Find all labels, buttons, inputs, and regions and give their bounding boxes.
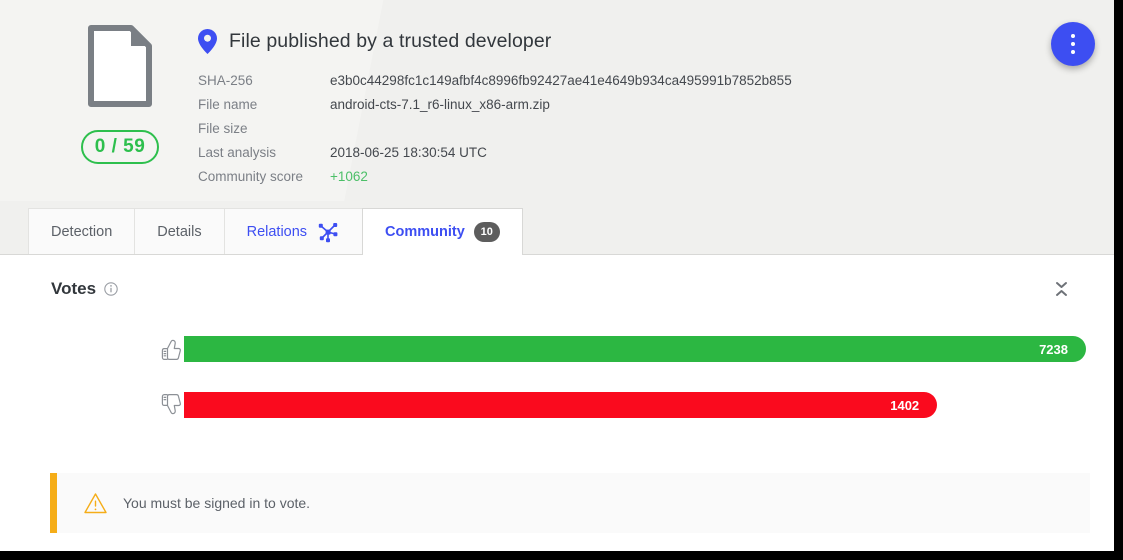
bar-track-unsafe: 1402 [184, 392, 1086, 418]
warning-triangle-icon [84, 492, 107, 513]
meta-label-last-analysis: Last analysis [198, 145, 277, 160]
info-circle-icon[interactable] [104, 282, 118, 296]
file-score-column: 0 / 59 [60, 24, 180, 164]
report-tab-bar: Detection Details Relations Community 10 [0, 201, 1114, 255]
tab-detection[interactable]: Detection [28, 208, 136, 254]
detection-score-badge: 0 / 59 [81, 130, 159, 164]
virustotal-file-report-window: 0 / 59 File published by a trusted devel… [0, 0, 1123, 560]
bar-value-safe: 7238 [1039, 341, 1068, 357]
notice-text: You must be signed in to vote. [123, 495, 311, 511]
meta-value-community-score: +1062 [330, 169, 368, 184]
vote-row-unsafe: Unsafe 1402 [28, 377, 1086, 433]
more-actions-button[interactable] [1051, 22, 1095, 66]
more-vertical-icon-dot [1071, 50, 1075, 54]
meta-label-file-name: File name [198, 97, 258, 112]
bar-value-unsafe: 1402 [890, 397, 920, 413]
bar-track-safe: 7238 [184, 336, 1086, 362]
tab-label: Detection [51, 223, 113, 240]
meta-label-sha256: SHA-256 [198, 73, 253, 88]
meta-value-sha256: e3b0c44298fc1c149afbf4c8996fb92427ae41e4… [330, 73, 792, 88]
meta-value-file-name: android-cts-7.1_r6-linux_x86-arm.zip [330, 97, 550, 112]
tab-relations[interactable]: Relations [223, 208, 364, 254]
community-tab-content: Votes 7238 1402 You must be signed in to… [0, 255, 1114, 551]
votes-bar-chart: Safe 7238 [28, 321, 1086, 433]
meta-label-community-score: Community score [198, 169, 304, 184]
map-pin-icon [198, 29, 217, 54]
verdict-banner: File published by a trusted developer [198, 29, 551, 54]
votes-section-header: Votes [28, 279, 1086, 299]
meta-value-last-analysis: 2018-06-25 18:30:54 UTC [330, 145, 487, 160]
votes-title: Votes [51, 279, 97, 298]
thumbs-down-icon [161, 394, 181, 415]
thumbs-up-icon [161, 339, 181, 360]
bar-unsafe: 1402 [184, 392, 938, 418]
meta-value-file-size [330, 117, 792, 141]
tab-label: Community [385, 224, 465, 240]
more-vertical-icon-dot [1071, 42, 1075, 46]
tab-details[interactable]: Details [134, 208, 225, 254]
tab-badge-count: 10 [473, 222, 500, 242]
more-vertical-icon-dot [1071, 34, 1075, 38]
meta-label-file-size: File size [198, 121, 248, 136]
bar-safe: 7238 [184, 336, 1086, 362]
file-document-icon [88, 25, 152, 107]
tab-community[interactable]: Community 10 [362, 208, 523, 255]
vote-row-safe: Safe 7238 [28, 321, 1086, 377]
collapse-icon[interactable] [1053, 279, 1070, 299]
tab-label: Relations [246, 223, 308, 240]
file-metadata-list: SHA-256 e3b0c44298fc1c149afbf4c8996fb924… [198, 69, 792, 189]
file-summary-header: 0 / 59 File published by a trusted devel… [0, 0, 1114, 201]
tab-label: Details [157, 223, 202, 240]
sign-in-notice: You must be signed in to vote. [50, 473, 1090, 533]
graph-icon [318, 222, 338, 242]
verdict-text: File published by a trusted developer [229, 30, 552, 52]
